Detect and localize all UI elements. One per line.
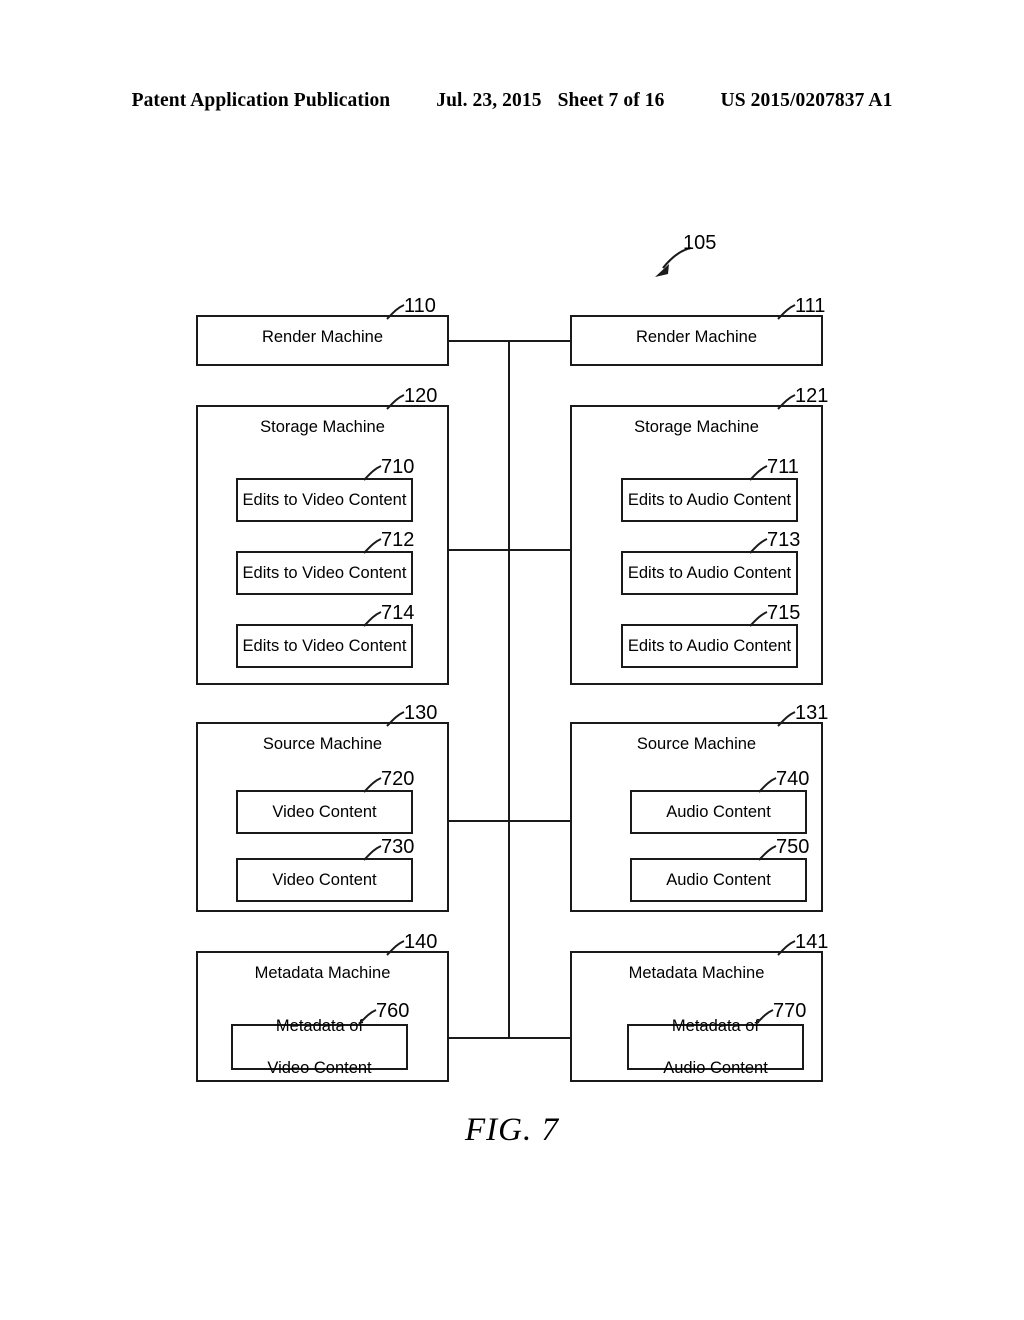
system-callout-105: 105 (645, 232, 755, 288)
leader-line-750 (758, 844, 780, 862)
bus-stub-metadata-right (508, 1037, 572, 1040)
source-131-item-740-label: Audio Content (666, 802, 771, 821)
ref-numeral-720: 720 (381, 768, 415, 790)
leader-line-140 (386, 939, 408, 957)
leader-line-715 (749, 610, 771, 628)
bus-stub-render-right (508, 340, 572, 343)
metadata-machine-140-title: Metadata Machine (254, 964, 391, 982)
source-130-item-720[interactable]: Video Content (236, 790, 413, 834)
leader-line-120 (386, 393, 408, 411)
leader-line-720 (363, 776, 385, 794)
leader-line-712 (363, 537, 385, 555)
ref-numeral-111: 111 (795, 295, 826, 317)
ref-numeral-713: 713 (767, 529, 801, 551)
bus-stub-source-left (448, 820, 510, 823)
leader-line-141 (777, 939, 799, 957)
source-machine-131-title: Source Machine (636, 735, 757, 753)
figure-caption: FIG. 7 (465, 1112, 559, 1148)
source-machine-130[interactable]: Source Machine Video Content Video Conte… (196, 722, 449, 912)
leader-line-710 (363, 464, 385, 482)
storage-121-item-715-label: Edits to Audio Content (627, 636, 792, 655)
ref-numeral-140: 140 (404, 931, 438, 953)
render-machine-110[interactable]: Render Machine (196, 315, 449, 366)
storage-120-item-710[interactable]: Edits to Video Content (236, 478, 413, 522)
bus-stub-source-right (508, 820, 572, 823)
ref-numeral-740: 740 (776, 768, 810, 790)
storage-121-item-711[interactable]: Edits to Audio Content (621, 478, 798, 522)
ref-numeral-712: 712 (381, 529, 415, 551)
ref-numeral-710: 710 (381, 456, 415, 478)
ref-numeral-141: 141 (795, 931, 829, 953)
metadata-140-item-760-label-line2: Video Content (267, 1058, 372, 1077)
ref-numeral-130: 130 (404, 702, 438, 724)
leader-line-760 (358, 1008, 380, 1026)
ref-numeral-750: 750 (776, 836, 810, 858)
source-130-item-720-label: Video Content (272, 802, 377, 821)
leader-line-770 (755, 1008, 777, 1026)
leader-line-713 (749, 537, 771, 555)
storage-121-item-713-label: Edits to Audio Content (627, 563, 792, 582)
bus-stub-metadata-left (448, 1037, 510, 1040)
bus-stub-render-left (448, 340, 510, 343)
render-machine-110-title: Render Machine (261, 328, 384, 346)
ref-numeral-730: 730 (381, 836, 415, 858)
storage-120-item-710-label: Edits to Video Content (242, 490, 407, 509)
source-131-item-750[interactable]: Audio Content (630, 858, 807, 902)
render-machine-111[interactable]: Render Machine (570, 315, 823, 366)
bus-stub-storage-right (508, 549, 572, 552)
bus-trunk-vertical (508, 340, 511, 1039)
leader-line-730 (363, 844, 385, 862)
storage-machine-121-title: Storage Machine (634, 418, 759, 436)
storage-machine-120-title: Storage Machine (260, 418, 385, 436)
ref-numeral-110: 110 (404, 295, 436, 317)
source-131-item-750-label: Audio Content (666, 870, 771, 889)
ref-numeral-714: 714 (381, 602, 415, 624)
leader-line-130 (386, 710, 408, 728)
leader-line-711 (749, 464, 771, 482)
leader-line-714 (363, 610, 385, 628)
bus-stub-storage-left (448, 549, 510, 552)
leader-line-121 (777, 393, 799, 411)
metadata-140-item-760[interactable]: Metadata of Video Content (231, 1017, 408, 1077)
ref-numeral-131: 131 (795, 702, 829, 724)
storage-121-item-715[interactable]: Edits to Audio Content (621, 624, 798, 668)
ref-numeral-715: 715 (767, 602, 801, 624)
leader-line-740 (758, 776, 780, 794)
leader-line-131 (777, 710, 799, 728)
render-machine-111-title: Render Machine (635, 328, 758, 346)
ref-numeral-711: 711 (767, 456, 799, 478)
ref-numeral-120: 120 (404, 385, 438, 407)
metadata-141-item-770-label-line2: Audio Content (663, 1058, 768, 1077)
leader-line-111 (777, 303, 799, 321)
source-130-item-730-label: Video Content (272, 870, 377, 889)
metadata-machine-141-title: Metadata Machine (628, 964, 765, 982)
storage-121-item-711-label: Edits to Audio Content (627, 490, 792, 509)
source-131-item-740[interactable]: Audio Content (630, 790, 807, 834)
source-machine-131[interactable]: Source Machine Audio Content Audio Conte… (570, 722, 823, 912)
metadata-machine-140[interactable]: Metadata Machine Metadata of Video Conte… (196, 951, 449, 1082)
ref-numeral-770: 770 (773, 1000, 807, 1022)
storage-120-item-714-label: Edits to Video Content (242, 636, 407, 655)
source-130-item-730[interactable]: Video Content (236, 858, 413, 902)
metadata-141-item-770[interactable]: Metadata of Audio Content (627, 1017, 804, 1077)
ref-numeral-760: 760 (376, 1000, 410, 1022)
leader-line-110 (386, 303, 408, 321)
source-machine-130-title: Source Machine (262, 735, 383, 753)
storage-121-item-713[interactable]: Edits to Audio Content (621, 551, 798, 595)
storage-120-item-712[interactable]: Edits to Video Content (236, 551, 413, 595)
ref-numeral-121: 121 (795, 385, 829, 407)
storage-120-item-714[interactable]: Edits to Video Content (236, 624, 413, 668)
ref-numeral-105: 105 (683, 232, 717, 254)
storage-120-item-712-label: Edits to Video Content (242, 563, 407, 582)
